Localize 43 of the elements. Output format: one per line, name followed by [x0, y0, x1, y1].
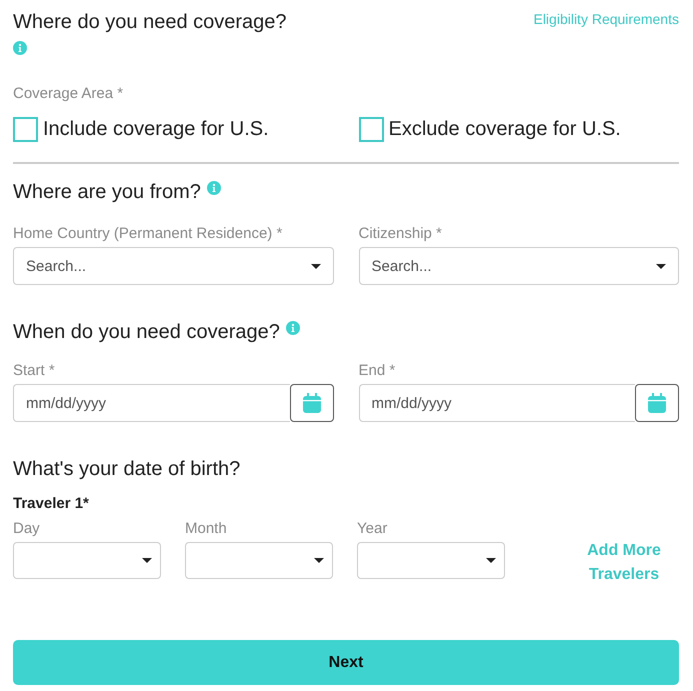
- section-title: What's your date of birth?: [13, 457, 242, 481]
- section-title: Where do you need coverage?: [13, 10, 287, 34]
- date-field[interactable]: mm/dd/yyyy: [358, 384, 635, 422]
- search-select[interactable]: Search...: [358, 247, 679, 285]
- checkbox-square[interactable]: [13, 117, 38, 142]
- calendar-icon: [302, 393, 320, 413]
- field-label: Home Country (Permanent Residence) *: [13, 225, 284, 242]
- placeholder-text: Search...: [372, 258, 432, 274]
- caret-icon: [656, 264, 666, 268]
- coverage-checkbox[interactable]: Exclude coverage for U.S.: [358, 117, 679, 142]
- section-title: When do you need coverage?: [13, 320, 280, 344]
- caret-icon: [314, 558, 324, 563]
- search-select[interactable]: Search...: [13, 247, 334, 285]
- next-button[interactable]: Next: [13, 640, 679, 685]
- field-label: Year: [357, 520, 388, 537]
- checkbox-label: Include coverage for U.S.: [43, 118, 269, 141]
- info-icon[interactable]: [286, 321, 300, 335]
- checkbox-square[interactable]: [358, 117, 384, 142]
- dropdown-select[interactable]: [13, 542, 161, 579]
- dropdown-select[interactable]: [185, 542, 333, 579]
- caret-icon: [486, 558, 496, 563]
- placeholder-text: mm/dd/yyyy: [26, 394, 106, 412]
- info-icon[interactable]: [13, 41, 27, 55]
- field-label: Month: [185, 520, 228, 537]
- dropdown-select[interactable]: [357, 542, 505, 579]
- field-label: Day: [13, 520, 41, 537]
- checkbox-label: Exclude coverage for U.S.: [388, 118, 621, 141]
- traveler-label: Traveler 1*: [13, 495, 90, 512]
- coverage-checkbox[interactable]: Include coverage for U.S.: [13, 117, 334, 142]
- placeholder-text: Search...: [26, 258, 86, 274]
- field-label: End *: [358, 362, 396, 379]
- calendar-icon: [648, 393, 666, 413]
- calendar-button[interactable]: [635, 384, 679, 422]
- date-field[interactable]: mm/dd/yyyy: [13, 384, 290, 422]
- caret-icon: [142, 558, 152, 563]
- field-label: Start *: [13, 362, 56, 379]
- field-label: Coverage Area *: [13, 85, 124, 102]
- info-icon[interactable]: [206, 181, 221, 195]
- section-title: Where are you from?: [13, 180, 201, 204]
- caret-icon: [310, 264, 320, 268]
- placeholder-text: mm/dd/yyyy: [372, 394, 452, 412]
- calendar-button[interactable]: [290, 384, 334, 422]
- field-label: Citizenship *: [358, 225, 443, 242]
